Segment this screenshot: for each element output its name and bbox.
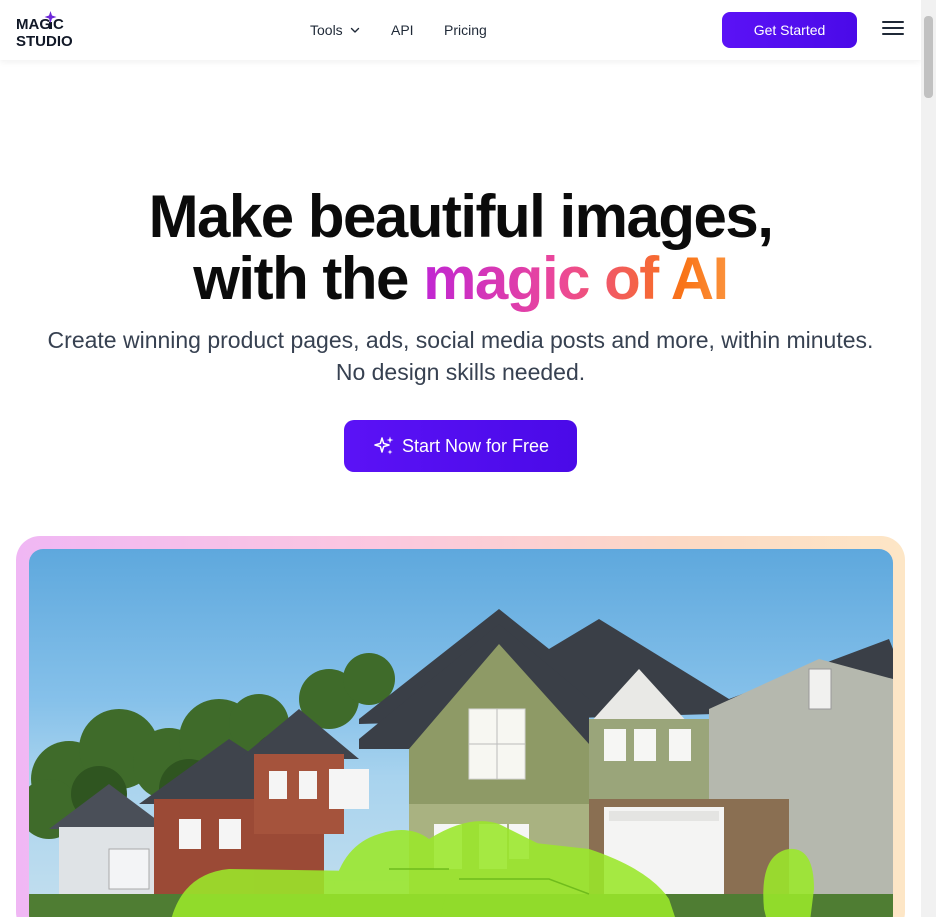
hamburger-menu-icon[interactable] xyxy=(882,21,904,38)
svg-text:MAG: MAG xyxy=(16,16,51,33)
get-started-button[interactable]: Get Started xyxy=(722,12,857,48)
nav-tools[interactable]: Tools xyxy=(310,0,361,60)
showcase-image xyxy=(29,549,893,917)
hero-title-gradient: magic of AI xyxy=(423,245,729,312)
start-now-button[interactable]: Start Now for Free xyxy=(344,420,577,472)
page: MAG C STUDIO Tools API Pricing Get Start… xyxy=(0,0,921,917)
chevron-down-icon xyxy=(350,27,359,33)
hero-title: Make beautiful images, with the magic of… xyxy=(0,186,921,310)
magic-studio-logo[interactable]: MAG C STUDIO xyxy=(16,11,78,51)
svg-text:STUDIO: STUDIO xyxy=(16,33,73,50)
nav-api-link[interactable]: API xyxy=(391,22,414,38)
svg-text:C: C xyxy=(53,16,64,33)
hero-subtitle: Create winning product pages, ads, socia… xyxy=(47,327,874,385)
vertical-scrollbar[interactable] xyxy=(921,0,936,917)
nav-tools-label: Tools xyxy=(310,22,343,38)
nav-tools-link[interactable]: Tools xyxy=(310,22,361,38)
start-now-label: Start Now for Free xyxy=(401,435,550,456)
sparkles-icon xyxy=(374,436,394,455)
site-header: MAG C STUDIO Tools API Pricing Get Start… xyxy=(0,0,921,60)
nav-api[interactable]: API xyxy=(391,0,414,60)
nav-pricing[interactable]: Pricing xyxy=(444,0,487,60)
nav-pricing-link[interactable]: Pricing xyxy=(444,22,487,38)
scrollbar-thumb[interactable] xyxy=(924,16,933,98)
hero-title-line1: Make beautiful images, xyxy=(148,183,774,250)
hero-title-line2: with the xyxy=(193,245,424,312)
